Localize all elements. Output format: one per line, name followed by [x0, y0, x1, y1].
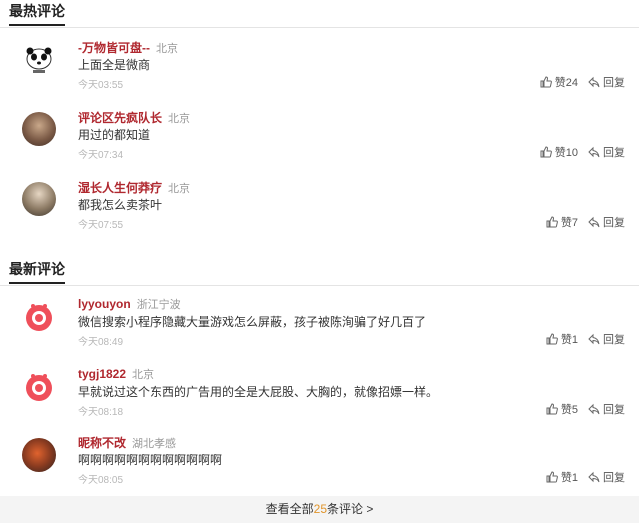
comment-location: 北京: [156, 43, 178, 55]
comment-username[interactable]: tygj1822 北京: [78, 366, 154, 382]
comment-actions: 赞1 回复: [546, 331, 625, 347]
like-button[interactable]: 赞7: [546, 214, 578, 230]
thumbs-up-icon: [546, 471, 558, 483]
comment-time: 今天07:34: [78, 150, 124, 161]
thumbs-up-icon: [540, 146, 552, 158]
reply-icon: [588, 471, 600, 483]
reply-button[interactable]: 回复: [588, 401, 625, 417]
comment-location: 北京: [168, 183, 191, 195]
avatar[interactable]: [22, 438, 56, 472]
comment-username[interactable]: 评论区先疯队长 北京: [78, 109, 190, 126]
comment-item: tygj1822 北京 早就说过这个东西的广告用的全是大屁股、大胸的，就像招嫖一样…: [0, 362, 639, 432]
avatar[interactable]: [22, 42, 56, 76]
comment-time: 今天08:05: [78, 475, 124, 486]
reply-icon: [588, 333, 600, 345]
thumbs-up-icon: [546, 403, 558, 415]
comment-username[interactable]: 湿长人生何莽疗 北京: [78, 179, 190, 196]
avatar[interactable]: [22, 370, 56, 404]
thumbs-up-icon: [540, 76, 552, 88]
reply-button[interactable]: 回复: [588, 74, 625, 90]
comment-text: 用过的都知道: [78, 128, 151, 142]
hot-comments-header: 最热评论: [0, 0, 639, 28]
comment-item: -万物皆可盘-- 北京 上面全是微商 今天03:55 赞24 回复: [0, 34, 639, 104]
comment-actions: 赞10 回复: [540, 144, 625, 160]
avatar[interactable]: [22, 182, 56, 216]
comment-username[interactable]: 昵称不改 湖北孝感: [78, 434, 176, 451]
eye-logo-icon: [26, 304, 52, 331]
thumbs-up-icon: [546, 333, 558, 345]
comment-actions: 赞24 回复: [540, 74, 625, 90]
like-button[interactable]: 赞5: [546, 401, 578, 417]
eye-logo-icon: [26, 374, 52, 401]
comment-time: 今天08:49: [78, 337, 124, 348]
comment-location: 浙江宁波: [136, 299, 181, 311]
panda-avatar-icon: [26, 47, 52, 73]
comment-time: 今天03:55: [78, 80, 124, 91]
reply-button[interactable]: 回复: [588, 214, 625, 230]
like-button[interactable]: 赞1: [546, 469, 578, 485]
reply-icon: [588, 146, 600, 158]
reply-button[interactable]: 回复: [588, 331, 625, 347]
reply-button[interactable]: 回复: [588, 469, 625, 485]
comment-username[interactable]: -万物皆可盘-- 北京: [78, 39, 178, 56]
hot-comments-title: 最热评论: [9, 3, 65, 26]
latest-comments-header: 最新评论: [0, 258, 639, 286]
comment-item: lyyouyon 浙江宁波 微信搜索小程序隐藏大量游戏怎么屏蔽，孩子被陈洵骗了好几…: [0, 292, 639, 362]
view-all-comments-button[interactable]: 查看全部25条评论 >: [0, 496, 639, 523]
comment-location: 湖北孝感: [132, 438, 177, 450]
avatar[interactable]: [22, 300, 56, 334]
like-button[interactable]: 赞10: [540, 144, 578, 160]
reply-icon: [588, 76, 600, 88]
comment-text: 微信搜索小程序隐藏大量游戏怎么屏蔽，孩子被陈洵骗了好几百了: [78, 315, 427, 329]
reply-icon: [588, 216, 600, 228]
reply-icon: [588, 403, 600, 415]
like-button[interactable]: 赞1: [546, 331, 578, 347]
comment-count: 25: [313, 502, 328, 516]
comment-text: 早就说过这个东西的广告用的全是大屁股、大胸的，就像招嫖一样。: [78, 385, 439, 399]
comment-username[interactable]: lyyouyon 浙江宁波: [78, 296, 181, 312]
comment-time: 今天07:55: [78, 220, 124, 231]
avatar[interactable]: [22, 112, 56, 146]
thumbs-up-icon: [546, 216, 558, 228]
comment-actions: 赞7 回复: [546, 214, 625, 230]
comment-actions: 赞5 回复: [546, 401, 625, 417]
comment-location: 北京: [132, 369, 155, 381]
latest-comments-title: 最新评论: [9, 261, 65, 284]
like-button[interactable]: 赞24: [540, 74, 578, 90]
comment-item: 昵称不改 湖北孝感 啊啊啊啊啊啊啊啊啊啊啊啊 今天08:05 赞1 回复: [0, 430, 639, 500]
comment-time: 今天08:18: [78, 407, 124, 418]
comment-text: 上面全是微商: [78, 58, 151, 72]
comment-location: 北京: [168, 113, 191, 125]
comment-text: 都我怎么卖茶叶: [78, 198, 163, 212]
comment-item: 评论区先疯队长 北京 用过的都知道 今天07:34 赞10 回复: [0, 104, 639, 174]
comment-actions: 赞1 回复: [546, 469, 625, 485]
comment-item: 湿长人生何莽疗 北京 都我怎么卖茶叶 今天07:55 赞7 回复: [0, 174, 639, 244]
reply-button[interactable]: 回复: [588, 144, 625, 160]
comment-text: 啊啊啊啊啊啊啊啊啊啊啊啊: [78, 453, 223, 467]
